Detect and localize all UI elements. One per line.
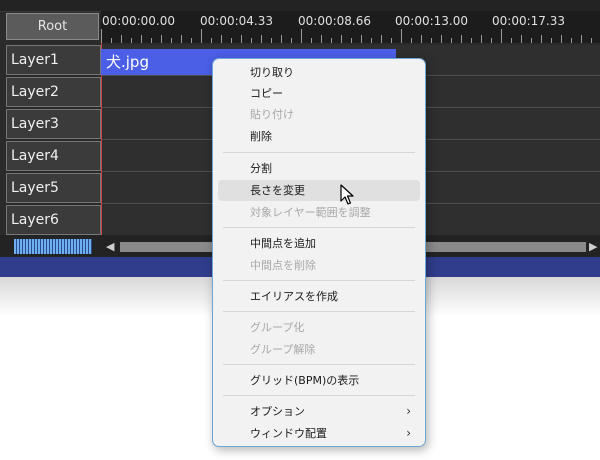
time-ruler[interactable]: 00:00:00.00 00:00:04.33 00:00:08.66 00:0…: [101, 11, 600, 43]
ruler-tick: [421, 35, 422, 43]
menu-item-ungroup: グループ解除: [250, 343, 316, 356]
scroll-left-icon[interactable]: ◀: [106, 240, 114, 253]
ruler-tick: [201, 29, 202, 43]
ruler-time-label: 00:00:00.00: [102, 14, 175, 28]
layer-label[interactable]: Layer4: [6, 141, 101, 171]
ruler-time-label: 00:00:04.33: [200, 14, 273, 28]
ruler-tick: [491, 38, 492, 43]
ruler-tick: [301, 29, 302, 43]
ruler-tick: [591, 38, 592, 43]
ruler-tick: [291, 38, 292, 43]
ruler-tick: [331, 38, 332, 43]
ruler-tick: [451, 38, 452, 43]
menu-separator: [223, 311, 415, 312]
layer-label[interactable]: Layer6: [6, 205, 101, 235]
ruler-tick: [251, 38, 252, 43]
ruler-tick: [361, 35, 362, 43]
menu-separator: [223, 364, 415, 365]
ruler-tick: [261, 35, 262, 43]
ruler-tick: [551, 38, 552, 43]
ruler-tick: [441, 35, 442, 43]
ruler-tick: [221, 35, 222, 43]
menu-item-window-layout[interactable]: ウィンドウ配置 ›: [218, 423, 420, 444]
ruler-tick: [211, 38, 212, 43]
menu-item-options[interactable]: オプション ›: [218, 401, 420, 422]
ruler-tick: [431, 38, 432, 43]
menu-separator: [223, 280, 415, 281]
ruler-tick: [531, 38, 532, 43]
ruler-tick: [111, 38, 112, 43]
mouse-pointer-icon: [340, 184, 354, 205]
ruler-tick: [171, 38, 172, 43]
ruler-tick: [541, 35, 542, 43]
zoom-meter[interactable]: [14, 239, 92, 254]
ruler-time-label: 00:00:13.00: [395, 14, 468, 28]
ruler-tick: [561, 35, 562, 43]
ruler-tick: [341, 35, 342, 43]
ruler-tick: [181, 35, 182, 43]
ruler-tick: [411, 38, 412, 43]
menu-item-create-alias[interactable]: エイリアスを作成: [218, 286, 420, 307]
ruler-time-label: 00:00:17.33: [492, 14, 565, 28]
menu-item-options-label: オプション: [250, 405, 305, 418]
ruler-tick: [141, 35, 142, 43]
layer-label[interactable]: Layer3: [6, 109, 101, 139]
scroll-right-icon[interactable]: ▶: [589, 240, 597, 253]
ruler-tick: [161, 35, 162, 43]
ruler-tick: [121, 35, 122, 43]
ruler-tick: [311, 38, 312, 43]
menu-item-cut[interactable]: 切り取り: [218, 62, 420, 83]
root-button[interactable]: Root: [6, 13, 99, 40]
menu-item-paste: 貼り付け: [250, 108, 294, 121]
chevron-right-icon: ›: [406, 426, 411, 440]
ruler-tick: [571, 38, 572, 43]
ruler-tick: [271, 38, 272, 43]
menu-item-window-layout-label: ウィンドウ配置: [250, 427, 327, 440]
menu-item-delete-midpoint: 中間点を削除: [250, 259, 316, 272]
ruler-tick: [581, 35, 582, 43]
chevron-right-icon: ›: [406, 404, 411, 418]
layer-label[interactable]: Layer5: [6, 173, 101, 203]
menu-item-adjust-layer-range: 対象レイヤー範囲を調整: [250, 206, 371, 219]
ruler-tick: [521, 35, 522, 43]
layer-label[interactable]: Layer2: [6, 77, 101, 107]
menu-item-group: グループ化: [250, 321, 305, 334]
ruler-tick: [101, 29, 102, 43]
ruler-tick: [151, 38, 152, 43]
ruler-tick: [391, 38, 392, 43]
ruler-tick: [501, 29, 502, 43]
ruler-tick: [511, 38, 512, 43]
ruler-time-label: 00:00:08.66: [298, 14, 371, 28]
ruler-tick: [351, 38, 352, 43]
ruler-tick: [231, 38, 232, 43]
menu-item-copy[interactable]: コピー: [218, 83, 420, 104]
ruler-tick: [191, 38, 192, 43]
menu-item-split[interactable]: 分割: [218, 158, 420, 179]
ruler-tick: [281, 35, 282, 43]
ruler-tick: [371, 38, 372, 43]
menu-item-change-length[interactable]: 長さを変更: [218, 180, 420, 201]
ruler-tick: [401, 29, 402, 43]
ruler-tick: [481, 35, 482, 43]
ruler-tick: [381, 35, 382, 43]
menu-item-show-grid[interactable]: グリッド(BPM)の表示: [218, 370, 420, 391]
ruler-tick: [321, 35, 322, 43]
menu-separator: [223, 395, 415, 396]
ruler-tick: [131, 38, 132, 43]
layer-label[interactable]: Layer1: [6, 45, 101, 75]
context-menu: 切り取り コピー 貼り付け 削除 分割 長さを変更 対象レイヤー範囲を調整 中間…: [212, 58, 426, 447]
menu-separator: [223, 227, 415, 228]
ruler-tick: [461, 35, 462, 43]
menu-separator: [223, 152, 415, 153]
menu-item-delete[interactable]: 削除: [218, 126, 420, 147]
menu-item-add-midpoint[interactable]: 中間点を追加: [218, 233, 420, 254]
ruler-tick: [471, 38, 472, 43]
ruler-tick: [241, 35, 242, 43]
